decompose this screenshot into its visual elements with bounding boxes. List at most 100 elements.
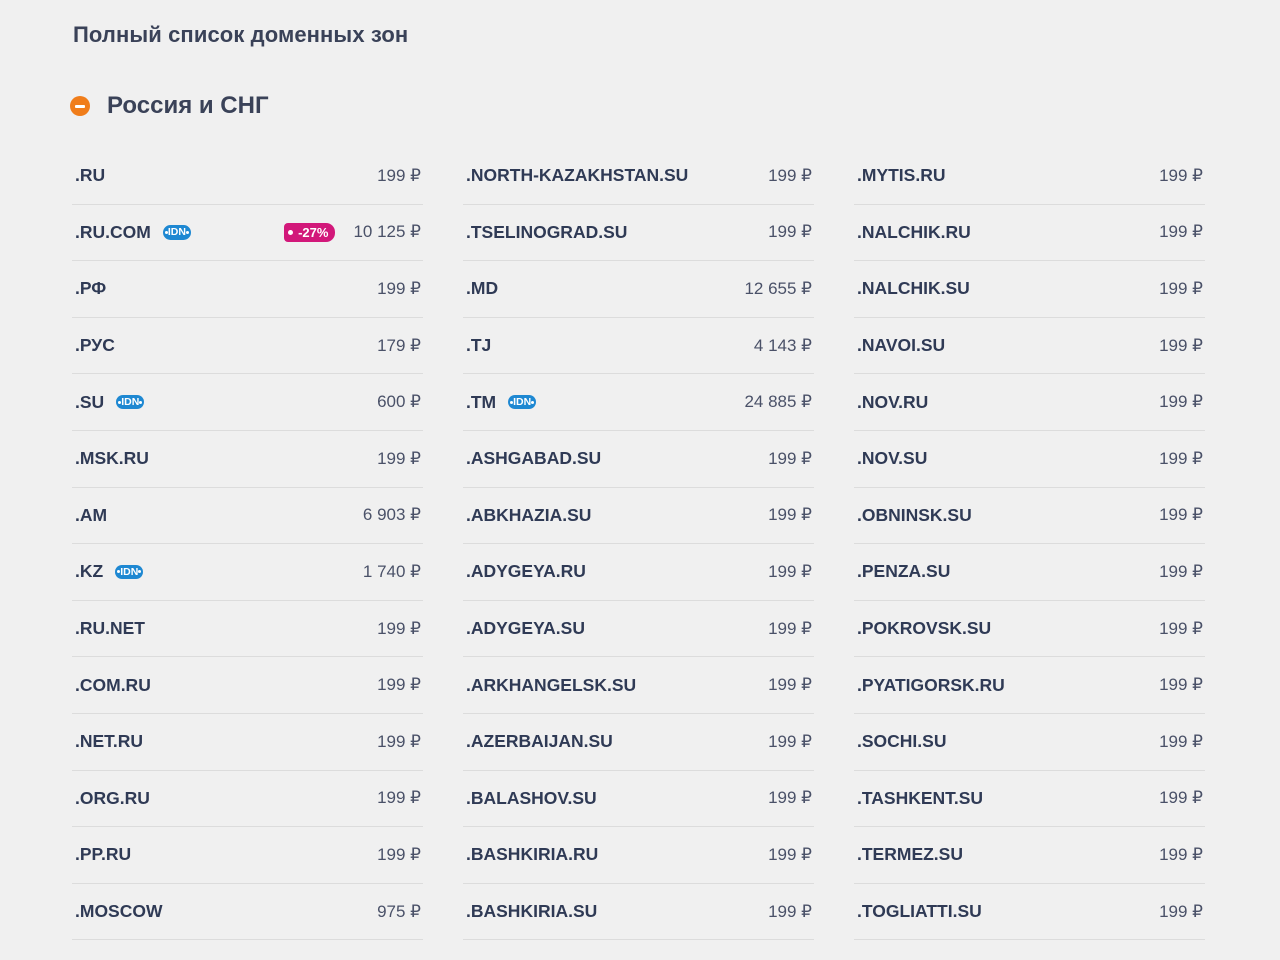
zone-price: 199 ₽ [768, 165, 812, 185]
zone-price: 199 ₽ [768, 788, 812, 808]
zone-row[interactable]: .ASHGABAD.SU 199 ₽ [463, 431, 814, 488]
zone-price: 199 ₽ [1159, 505, 1203, 525]
zone-name: .BASHKIRIA.RU [466, 844, 599, 865]
zone-row[interactable]: .SOCHI.SU 199 ₽ [854, 714, 1205, 771]
zone-row[interactable]: .AZERBAIJAN.SU 199 ₽ [463, 714, 814, 771]
zone-name: .MSK.RU [75, 448, 149, 469]
zone-row[interactable]: .NALCHIK.RU 199 ₽ [854, 205, 1205, 262]
zone-row[interactable]: .TASHKENT.SU 199 ₽ [854, 771, 1205, 828]
zone-row[interactable]: .РУС 179 ₽ [72, 318, 423, 375]
minus-circle-icon[interactable] [70, 96, 90, 116]
zone-price: 199 ₽ [377, 618, 421, 638]
idn-badge: IDN [508, 394, 537, 410]
zone-row[interactable]: .RU 199 ₽ [72, 148, 423, 205]
zone-row[interactable]: .РФ 199 ₽ [72, 261, 423, 318]
zone-column: .MYTIS.RU 199 ₽ .NALCHIK.RU 199 ₽ .NALCHIK.S… [854, 148, 1205, 941]
zone-price: 199 ₽ [768, 844, 812, 864]
idn-badge: IDN [162, 225, 191, 240]
zone-name: .BALASHOV.SU [466, 787, 597, 808]
zone-price: 600 ₽ [377, 392, 421, 412]
zone-row[interactable]: .ADYGEYA.SU 199 ₽ [463, 601, 814, 658]
zone-price: 199 ₽ [377, 165, 421, 185]
zone-price: 199 ₽ [377, 731, 421, 751]
zone-row[interactable]: .TM IDN 24 885 ₽ [463, 374, 814, 431]
zone-price: 24 885 ₽ [744, 392, 812, 412]
zone-row[interactable]: .POKROVSK.SU 199 ₽ [854, 601, 1205, 658]
zone-row[interactable]: .BALASHOV.SU 199 ₽ [463, 771, 814, 828]
zone-row[interactable]: .NOV.RU 199 ₽ [854, 374, 1205, 431]
discount-badge: -27% [284, 222, 336, 242]
zone-row[interactable]: .MOSCOW 975 ₽ [72, 884, 423, 941]
zone-name: .SU [75, 391, 105, 412]
zone-row[interactable]: .NAVOI.SU 199 ₽ [854, 318, 1205, 375]
zone-name: .NOV.SU [857, 448, 928, 469]
zone-row[interactable]: .PYATIGORSK.RU 199 ₽ [854, 657, 1205, 714]
zone-price: 199 ₽ [377, 675, 421, 695]
zone-name: .MYTIS.RU [857, 165, 946, 186]
zone-row[interactable]: .RU.NET 199 ₽ [72, 601, 423, 658]
zone-row[interactable]: .BASHKIRIA.SU 199 ₽ [463, 884, 814, 941]
zone-name: .MD [466, 278, 499, 299]
zone-name: .AZERBAIJAN.SU [466, 731, 613, 752]
zone-price: 199 ₽ [768, 448, 812, 468]
zone-price: 199 ₽ [377, 278, 421, 298]
zone-row[interactable]: .RU.COM IDN -27% 10 125 ₽ [72, 205, 423, 262]
zone-name: .PP.RU [75, 844, 132, 865]
zone-row[interactable]: .PP.RU 199 ₽ [72, 827, 423, 884]
zone-row[interactable]: .MYTIS.RU 199 ₽ [854, 148, 1205, 205]
zone-price: 199 ₽ [1159, 561, 1203, 581]
zone-name: .TJ [466, 335, 492, 356]
zone-row[interactable]: .TJ 4 143 ₽ [463, 318, 814, 375]
zone-name: .РУС [75, 335, 115, 356]
zone-name: .ADYGEYA.SU [466, 618, 585, 639]
zone-price: 4 143 ₽ [753, 335, 812, 355]
zone-row[interactable]: .OBNINSK.SU 199 ₽ [854, 488, 1205, 545]
zone-row[interactable]: .PENZA.SU 199 ₽ [854, 544, 1205, 601]
zone-price: 199 ₽ [1159, 392, 1203, 412]
zone-name: .NAVOI.SU [857, 335, 946, 356]
idn-badge: IDN [115, 564, 144, 580]
zone-column: .NORTH-KAZAKHSTAN.SU 199 ₽ .TSELINOGRAD.SU… [463, 148, 814, 941]
zone-row[interactable]: .KZ IDN 1 740 ₽ [72, 544, 423, 601]
zone-row[interactable]: .TOGLIATTI.SU 199 ₽ [854, 884, 1205, 941]
zone-price: 6 903 ₽ [362, 505, 421, 525]
page-title: Полный список доменных зон [73, 22, 409, 47]
zone-price: 199 ₽ [1159, 335, 1203, 355]
zone-name: .TSELINOGRAD.SU [466, 221, 628, 242]
zone-row[interactable]: .MSK.RU 199 ₽ [72, 431, 423, 488]
zone-price: 199 ₽ [1159, 278, 1203, 298]
zone-row[interactable]: .TERMEZ.SU 199 ₽ [854, 827, 1205, 884]
zone-price: 199 ₽ [1159, 222, 1203, 242]
zone-price: 199 ₽ [1159, 618, 1203, 638]
zone-name: .RU [75, 165, 106, 186]
zone-price: 10 125 ₽ [353, 222, 421, 242]
zone-name: .NALCHIK.SU [857, 278, 970, 299]
zone-row[interactable]: .NORTH-KAZAKHSTAN.SU 199 ₽ [463, 148, 814, 205]
zone-name: .NALCHIK.RU [857, 221, 971, 242]
zone-price: 199 ₽ [768, 731, 812, 751]
zone-row[interactable]: .ABKHAZIA.SU 199 ₽ [463, 488, 814, 545]
zone-row[interactable]: .ORG.RU 199 ₽ [72, 771, 423, 828]
zone-row[interactable]: .TSELINOGRAD.SU 199 ₽ [463, 205, 814, 262]
zone-price: 199 ₽ [768, 222, 812, 242]
zone-price: 199 ₽ [1159, 901, 1203, 921]
zone-price: 199 ₽ [1159, 731, 1203, 751]
zone-row[interactable]: .ADYGEYA.RU 199 ₽ [463, 544, 814, 601]
zone-row[interactable]: .AM 6 903 ₽ [72, 488, 423, 545]
zone-row[interactable]: .NALCHIK.SU 199 ₽ [854, 261, 1205, 318]
zone-row[interactable]: .SU IDN 600 ₽ [72, 374, 423, 431]
zone-row[interactable]: .NOV.SU 199 ₽ [854, 431, 1205, 488]
zone-price: 199 ₽ [1159, 788, 1203, 808]
zone-row[interactable]: .BASHKIRIA.RU 199 ₽ [463, 827, 814, 884]
zone-row[interactable]: .ARKHANGELSK.SU 199 ₽ [463, 657, 814, 714]
zone-price: 199 ₽ [768, 675, 812, 695]
zone-price: 199 ₽ [768, 561, 812, 581]
zone-name: .PYATIGORSK.RU [857, 674, 1005, 695]
zone-row[interactable]: .COM.RU 199 ₽ [72, 657, 423, 714]
zone-name: .RU.NET [75, 618, 145, 639]
zone-row[interactable]: .MD 12 655 ₽ [463, 261, 814, 318]
zone-name: .ORG.RU [75, 787, 150, 808]
section-toggle-russia-cis[interactable]: Россия и СНГ [70, 92, 269, 120]
zone-name: .ADYGEYA.RU [466, 561, 586, 582]
zone-row[interactable]: .NET.RU 199 ₽ [72, 714, 423, 771]
